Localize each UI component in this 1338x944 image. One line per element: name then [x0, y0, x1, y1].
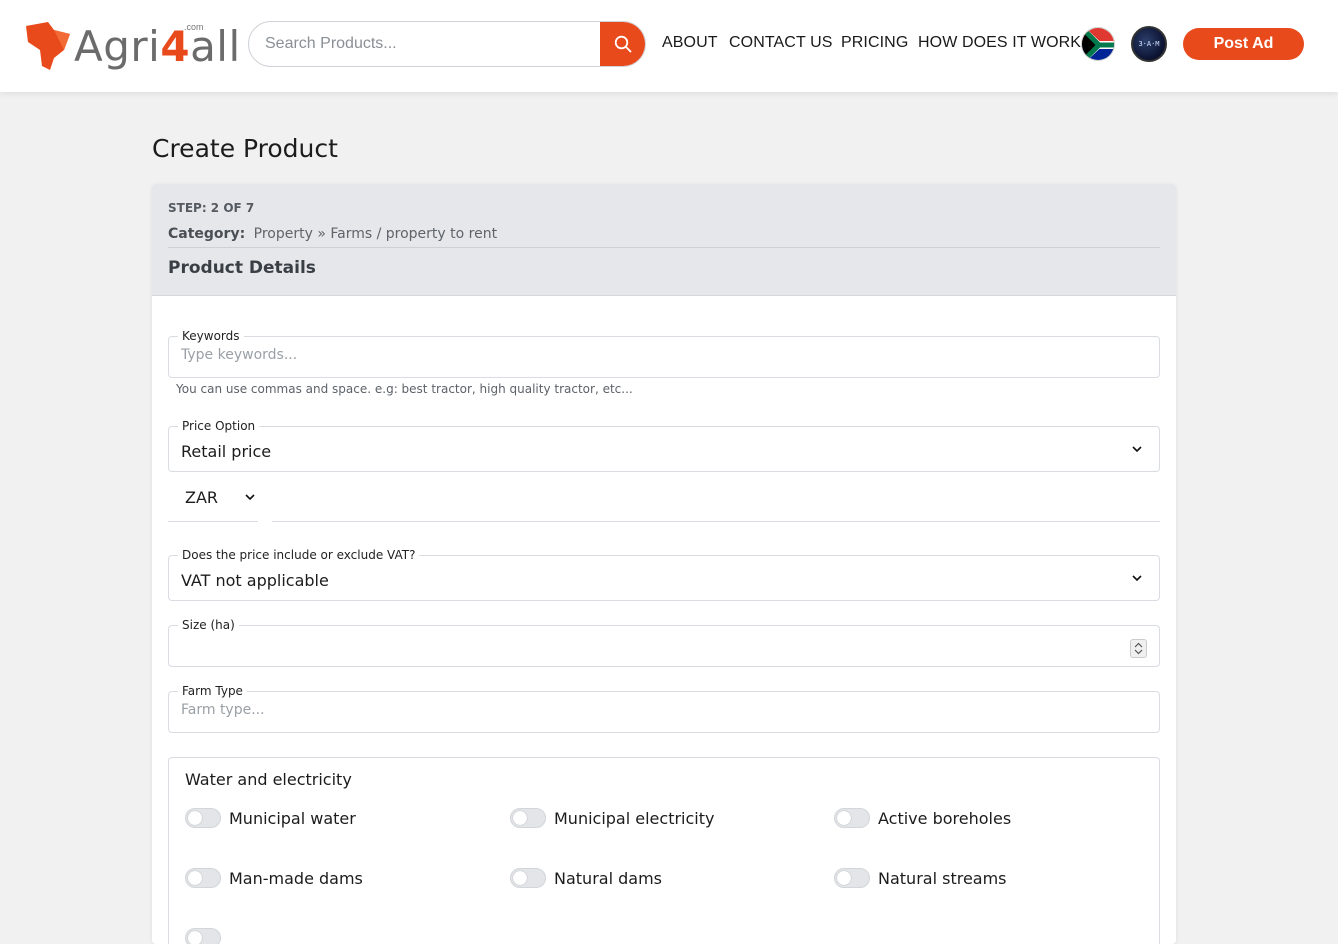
- toggle-natural-streams[interactable]: Natural streams: [834, 868, 1007, 888]
- chevron-down-icon: [1132, 446, 1142, 453]
- nav-contact-us[interactable]: CONTACT US: [729, 34, 833, 52]
- keywords-label: Keywords: [178, 329, 244, 343]
- post-ad-button[interactable]: Post Ad: [1183, 28, 1304, 60]
- logo-wordmark: Agri4all: [74, 22, 241, 71]
- search-input[interactable]: [265, 22, 595, 66]
- toggle-label: Active boreholes: [878, 808, 1012, 828]
- keywords-field: Keywords: [168, 329, 1160, 378]
- logo-domain: .com: [184, 22, 204, 32]
- toggle-partial-next[interactable]: [185, 928, 229, 944]
- keywords-input[interactable]: [181, 347, 1101, 363]
- farm-type-input[interactable]: [181, 702, 1101, 718]
- search-icon: [614, 35, 631, 53]
- card-header: STEP: 2 OF 7 Category: Property » Farms …: [152, 184, 1176, 296]
- africa-logo-icon: [26, 22, 70, 70]
- toggle-switch[interactable]: [834, 808, 870, 828]
- nav-pricing[interactable]: PRICING: [841, 34, 908, 52]
- toggle-natural-dams[interactable]: Natural dams: [510, 868, 662, 888]
- nav-how-does-it-work[interactable]: HOW DOES IT WORK: [918, 34, 1081, 52]
- toggle-active-boreholes[interactable]: Active boreholes: [834, 808, 1011, 828]
- toggle-switch[interactable]: [185, 868, 221, 888]
- spinner-arrows-icon: [1134, 642, 1143, 655]
- farm-type-field: Farm Type: [168, 684, 1160, 733]
- price-option-label: Price Option: [178, 419, 260, 433]
- toggle-man-made-dams[interactable]: Man-made dams: [185, 868, 363, 888]
- number-spinner[interactable]: [1130, 639, 1147, 658]
- search-button[interactable]: [600, 22, 645, 66]
- toggle-municipal-electricity[interactable]: Municipal electricity: [510, 808, 714, 828]
- south-africa-flag-icon[interactable]: [1081, 27, 1115, 61]
- toggle-label: Man-made dams: [229, 868, 363, 888]
- step-indicator: STEP: 2 OF 7: [168, 201, 255, 215]
- price-input-underline[interactable]: [272, 521, 1160, 522]
- category-breadcrumb: Category: Property » Farms / property to…: [168, 226, 497, 242]
- currency-select[interactable]: ZAR: [185, 488, 218, 507]
- toggle-label: Natural dams: [554, 868, 662, 888]
- toggle-switch[interactable]: [834, 868, 870, 888]
- section-title: Product Details: [168, 258, 316, 278]
- toggle-municipal-water[interactable]: Municipal water: [185, 808, 356, 828]
- group-title: Water and electricity: [185, 770, 352, 789]
- user-avatar[interactable]: 3·A·M: [1131, 26, 1167, 62]
- chevron-down-icon: [1132, 575, 1142, 582]
- price-option-value: Retail price: [181, 442, 272, 461]
- toggle-switch[interactable]: [510, 808, 546, 828]
- toggle-label: Natural streams: [878, 868, 1007, 888]
- vat-select[interactable]: Does the price include or exclude VAT? V…: [168, 548, 1160, 601]
- category-label: Category:: [168, 226, 246, 242]
- agri4all-logo[interactable]: Agri4all .com: [24, 20, 240, 72]
- price-option-select[interactable]: Price Option Retail price: [168, 419, 1160, 472]
- page-title: Create Product: [152, 134, 338, 163]
- toggle-label: Municipal electricity: [554, 808, 715, 828]
- water-electricity-group: Water and electricity Municipal water Mu…: [168, 757, 1160, 944]
- create-product-card: STEP: 2 OF 7 Category: Property » Farms …: [152, 184, 1176, 944]
- toggle-label: Municipal water: [229, 808, 356, 828]
- keywords-hint: You can use commas and space. e.g: best …: [176, 382, 633, 396]
- divider: [168, 247, 1160, 248]
- size-label: Size (ha): [178, 618, 239, 632]
- toggle-switch[interactable]: [510, 868, 546, 888]
- top-navigation-bar: Agri4all .com ABOUT CONTACT US PRICING H…: [0, 0, 1338, 92]
- vat-value: VAT not applicable: [181, 571, 329, 590]
- farm-type-label: Farm Type: [178, 684, 247, 698]
- nav-about[interactable]: ABOUT: [662, 34, 718, 52]
- search-bar: [248, 21, 646, 67]
- vat-label: Does the price include or exclude VAT?: [178, 548, 420, 562]
- chevron-down-icon: [245, 494, 255, 501]
- category-path: Property » Farms / property to rent: [253, 226, 498, 242]
- currency-underline: [168, 521, 258, 522]
- toggle-switch[interactable]: [185, 928, 221, 944]
- toggle-switch[interactable]: [185, 808, 221, 828]
- size-field[interactable]: Size (ha): [168, 618, 1160, 667]
